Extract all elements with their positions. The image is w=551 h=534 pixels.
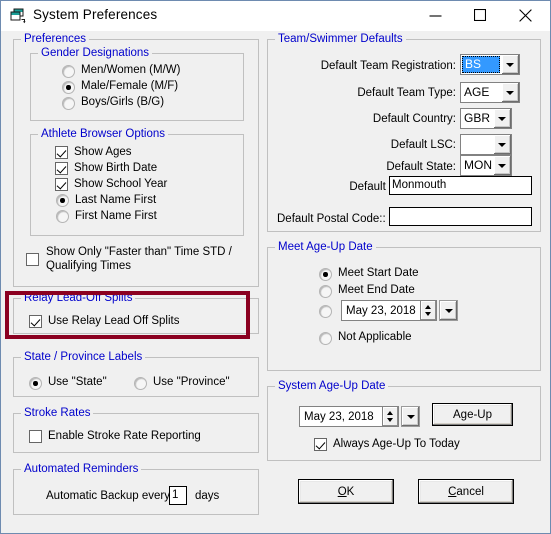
age-up-button-label: Age-Up <box>453 408 492 421</box>
default-postal-code-label: Default Postal Code:: <box>277 213 386 225</box>
gender-designations-legend: Gender Designations <box>38 47 153 59</box>
default-team-type-combo[interactable]: AGE <box>460 82 520 103</box>
system-age-up-date-picker[interactable]: May 23, 2018 <box>299 406 420 427</box>
chevron-down-icon[interactable] <box>493 156 511 175</box>
chevron-down-icon[interactable] <box>493 109 511 128</box>
radio-first-name-first[interactable] <box>56 210 69 223</box>
radio-use-state[interactable] <box>29 377 42 390</box>
default-lsc-label: Default LSC: <box>390 139 456 151</box>
meet-age-up-date-legend: Meet Age-Up Date <box>275 241 376 253</box>
relay-lead-off-splits-legend: Relay Lead-Off Splits <box>21 292 136 304</box>
radio-men-women[interactable] <box>62 65 75 78</box>
radio-men-women-label: Men/Women (M/W) <box>81 64 181 76</box>
meet-age-up-date-value[interactable]: May 23, 2018 <box>341 300 421 321</box>
show-only-faster-than-label-line1: Show Only "Faster than" Time STD / <box>46 246 232 258</box>
show-only-faster-than-label-line2: Qualifying Times <box>46 260 132 272</box>
chevron-down-icon[interactable] <box>501 55 519 74</box>
team-swimmer-defaults-legend: Team/Swimmer Defaults <box>275 33 406 45</box>
radio-male-female-label: Male/Female (M/F) <box>81 80 179 92</box>
cancel-button[interactable]: Cancel <box>418 479 514 504</box>
system-age-up-date-legend: System Age-Up Date <box>275 380 389 392</box>
radio-last-name-first[interactable] <box>56 194 69 207</box>
radio-meet-specific-date[interactable] <box>319 305 332 318</box>
radio-male-female[interactable] <box>62 81 75 94</box>
spinner-up-down-icon[interactable] <box>421 300 437 321</box>
default-state-label: Default State: <box>386 161 456 173</box>
default-city-input[interactable]: Monmouth <box>389 176 532 195</box>
default-team-registration-value: BS <box>462 56 500 73</box>
system-age-up-date-value[interactable]: May 23, 2018 <box>299 406 383 427</box>
automated-reminders-legend: Automated Reminders <box>21 463 142 475</box>
radio-use-state-label: Use "State" <box>48 376 107 388</box>
preferences-legend: Preferences <box>21 33 90 45</box>
checkbox-use-relay-lead-off-splits[interactable] <box>29 315 42 328</box>
cancel-button-label: Cancel <box>448 485 484 498</box>
system-preferences-dialog: System Preferences Preferences Gender De… <box>0 0 551 534</box>
checkbox-show-school-year[interactable] <box>55 178 68 191</box>
spinner-up-down-icon[interactable] <box>383 406 399 427</box>
default-country-combo[interactable]: GBR <box>460 108 512 129</box>
maximize-icon <box>474 9 486 21</box>
automatic-backup-label: Automatic Backup every <box>46 490 171 502</box>
checkbox-show-birth-date[interactable] <box>55 162 68 175</box>
checkbox-show-ages[interactable] <box>55 146 68 159</box>
radio-meet-end-date[interactable] <box>319 285 332 298</box>
age-up-button[interactable]: Age-Up <box>432 403 513 426</box>
checkbox-show-only-faster-than[interactable] <box>26 253 39 266</box>
radio-not-applicable-label: Not Applicable <box>338 331 412 343</box>
default-team-type-value: AGE <box>461 83 501 102</box>
default-state-combo[interactable]: MON <box>460 155 512 176</box>
default-state-value: MON <box>461 156 493 175</box>
radio-meet-start-date[interactable] <box>319 268 332 281</box>
default-postal-code-input[interactable] <box>389 207 532 226</box>
radio-not-applicable[interactable] <box>319 332 332 345</box>
default-team-type-label: Default Team Type: <box>357 87 456 99</box>
state-province-labels-legend: State / Province Labels <box>21 351 146 363</box>
radio-last-name-first-label: Last Name First <box>75 194 157 206</box>
checkbox-show-ages-label: Show Ages <box>74 146 132 158</box>
default-team-registration-label: Default Team Registration: <box>320 60 456 72</box>
default-country-value: GBR <box>461 109 493 128</box>
default-country-label: Default Country: <box>372 113 456 125</box>
radio-boys-girls-label: Boys/Girls (B/G) <box>81 96 165 108</box>
athlete-browser-options-legend: Athlete Browser Options <box>38 128 169 140</box>
ok-button-label: OK <box>337 485 355 498</box>
default-team-registration-combo[interactable]: BS <box>460 54 520 75</box>
ok-button[interactable]: OK <box>298 479 394 504</box>
checkbox-enable-stroke-rate-reporting[interactable] <box>29 430 42 443</box>
checkbox-show-birth-date-label: Show Birth Date <box>74 162 158 174</box>
maximize-button[interactable] <box>459 1 504 30</box>
automatic-backup-days-input[interactable]: 1 <box>169 486 187 505</box>
radio-meet-start-date-label: Meet Start Date <box>338 267 419 279</box>
stroke-rates-legend: Stroke Rates <box>21 407 94 419</box>
calendar-dropdown-icon[interactable] <box>401 406 420 427</box>
title-bar: System Preferences <box>1 1 550 31</box>
default-lsc-value <box>461 135 493 154</box>
window-cascade-icon <box>10 8 27 24</box>
meet-age-up-date-picker[interactable]: May 23, 2018 <box>341 300 458 321</box>
close-button[interactable] <box>504 1 549 30</box>
radio-meet-end-date-label: Meet End Date <box>338 284 415 296</box>
radio-boys-girls[interactable] <box>62 97 75 110</box>
checkbox-always-age-up-to-today[interactable] <box>314 438 327 451</box>
checkbox-show-school-year-label: Show School Year <box>74 178 168 190</box>
default-lsc-combo[interactable] <box>460 134 512 155</box>
close-icon <box>519 9 532 22</box>
minimize-button[interactable] <box>414 1 459 30</box>
chevron-down-icon[interactable] <box>501 83 519 102</box>
checkbox-use-relay-lead-off-splits-label: Use Relay Lead Off Splits <box>48 315 180 327</box>
chevron-down-icon[interactable] <box>493 135 511 154</box>
radio-use-province-label: Use "Province" <box>153 376 230 388</box>
checkbox-always-age-up-to-today-label: Always Age-Up To Today <box>333 438 460 450</box>
window-title: System Preferences <box>33 7 158 22</box>
radio-first-name-first-label: First Name First <box>75 210 157 222</box>
automatic-backup-days-suffix: days <box>195 490 220 502</box>
radio-use-province[interactable] <box>134 377 147 390</box>
checkbox-enable-stroke-rate-reporting-label: Enable Stroke Rate Reporting <box>48 430 201 442</box>
calendar-dropdown-icon[interactable] <box>439 300 458 321</box>
minimize-icon <box>429 15 442 17</box>
